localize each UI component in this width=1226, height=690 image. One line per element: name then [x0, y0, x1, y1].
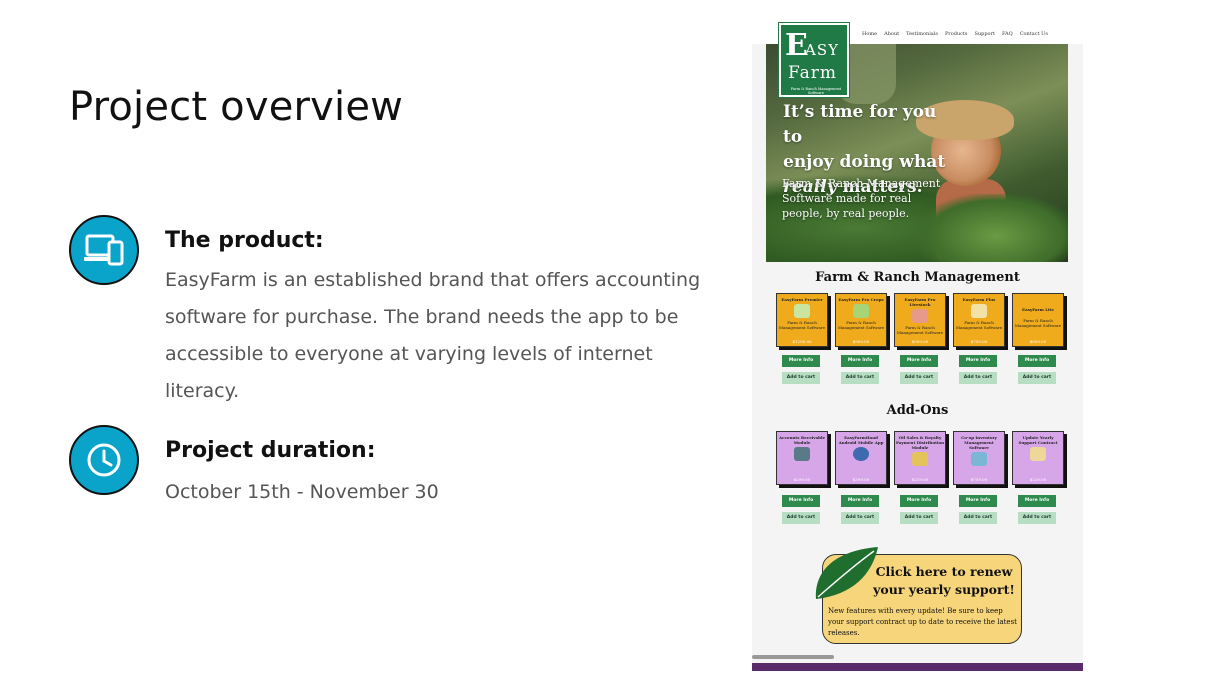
product-desc: Farm & Ranch Management Software — [837, 320, 885, 330]
product-card[interactable]: EasyFarm Pro Crops Farm & Ranch Manageme… — [835, 293, 887, 347]
addon-card[interactable]: Oil Sales & Royalty Payment Distribution… — [894, 431, 946, 485]
product-card[interactable]: EasyFarm Premier Farm & Ranch Management… — [776, 293, 828, 347]
more-info-button[interactable]: More Info — [1018, 355, 1056, 367]
gold-bars-icon — [912, 452, 928, 466]
duration-heading: Project duration: — [165, 438, 376, 463]
horizontal-scrollbar[interactable] — [752, 655, 834, 659]
more-info-button[interactable]: More Info — [1018, 495, 1056, 507]
devices-icon — [69, 215, 139, 285]
page-title: Project overview — [69, 84, 404, 130]
hero-line-2: enjoy doing what — [783, 152, 946, 172]
clipboard-icon — [971, 304, 987, 318]
nav-contact[interactable]: Contact Us — [1020, 31, 1048, 37]
nav-faq[interactable]: FAQ — [1002, 31, 1013, 37]
more-info-button[interactable]: More Info — [900, 495, 938, 507]
mock-nav-links: Home About Testimonials Products Support… — [862, 31, 1048, 37]
more-info-button[interactable]: More Info — [841, 355, 879, 367]
addon-card[interactable]: EasyFarmHand Android Mobile App $399.00 — [835, 431, 887, 485]
more-info-button[interactable]: More Info — [900, 355, 938, 367]
nav-products[interactable]: Products — [945, 31, 968, 37]
products-heading: Farm & Ranch Management — [815, 270, 1020, 285]
product-desc: Farm & Ranch Management Software — [1014, 318, 1062, 328]
addon-price: $759.00 — [970, 477, 988, 482]
product-description: EasyFarm is an established brand that of… — [165, 269, 701, 402]
more-info-button[interactable]: More Info — [782, 495, 820, 507]
hero-line-1: It’s time for you to — [783, 102, 937, 147]
product-desc: Farm & Ranch Management Software — [896, 325, 944, 335]
add-to-cart-button[interactable]: Add to cart — [1018, 512, 1056, 524]
add-to-cart-button[interactable]: Add to cart — [959, 512, 997, 524]
addon-name: Update Yearly Support Contract — [1018, 435, 1058, 445]
addon-card[interactable]: Co-op Inventory Management Software $759… — [953, 431, 1005, 485]
renew-text: New features with every update! Be sure … — [828, 607, 1017, 637]
more-info-button[interactable]: More Info — [782, 355, 820, 367]
calculator-icon — [794, 447, 810, 461]
contract-scroll-icon — [1030, 447, 1046, 461]
product-name: EasyFarm Lite — [1022, 307, 1054, 312]
cow-icon — [794, 304, 810, 318]
product-name: EasyFarm Plus — [962, 297, 996, 302]
nav-support[interactable]: Support — [975, 31, 995, 37]
add-to-cart-button[interactable]: Add to cart — [900, 372, 938, 384]
addon-price: $399.00 — [852, 477, 870, 482]
more-info-button[interactable]: More Info — [959, 355, 997, 367]
addon-card[interactable]: Update Yearly Support Contract $229.00 — [1012, 431, 1064, 485]
addon-name: EasyFarmHand Android Mobile App — [838, 435, 884, 445]
hero-subtext: Farm & Ranch Management Software made fo… — [782, 177, 941, 220]
duration-dates: October 15th - November 30 — [165, 481, 439, 503]
addon-price: $299.00 — [793, 477, 811, 482]
crops-icon — [853, 304, 869, 318]
easyfarm-logo[interactable]: E ASY Farm Farm & Ranch Management Softw… — [778, 22, 850, 98]
leaf-icon — [815, 547, 878, 599]
add-to-cart-button[interactable]: Add to cart — [782, 372, 820, 384]
addons-heading: Add-Ons — [886, 403, 949, 418]
website-mockup: Home About Testimonials Products Support… — [752, 18, 1083, 671]
add-to-cart-button[interactable]: Add to cart — [841, 372, 879, 384]
addon-name: Oil Sales & Royalty Payment Distribution… — [895, 435, 945, 450]
nav-about[interactable]: About — [884, 31, 899, 37]
add-to-cart-button[interactable]: Add to cart — [900, 512, 938, 524]
product-name: EasyFarm Pro Crops — [838, 297, 884, 302]
logo-asy: ASY — [805, 41, 840, 59]
product-name: EasyFarm Premier — [781, 297, 823, 302]
globe-icon — [853, 447, 869, 461]
product-card[interactable]: EasyFarm Lite Farm & Ranch Management So… — [1012, 293, 1064, 347]
product-price: $1200.00 — [792, 339, 812, 344]
product-price: $950.00 — [911, 339, 929, 344]
product-price: $750.00 — [970, 339, 988, 344]
product-desc: Farm & Ranch Management Software — [778, 320, 826, 330]
logo-tagline: Farm & Ranch Management Software — [790, 87, 842, 95]
addon-price: $229.00 — [1029, 477, 1047, 482]
addon-name: Co-op Inventory Management Software — [961, 435, 997, 450]
addon-card[interactable]: Accounts Receivable Module $299.00 — [776, 431, 828, 485]
product-price: $900.00 — [852, 339, 870, 344]
renew-title[interactable]: Click here to renew your yearly support! — [869, 563, 1019, 599]
add-to-cart-button[interactable]: Add to cart — [1018, 372, 1056, 384]
logo-farm: Farm — [788, 63, 838, 83]
nav-testimonials[interactable]: Testimonials — [906, 31, 938, 37]
product-price: $600.00 — [1029, 339, 1047, 344]
product-heading: The product: — [165, 228, 324, 253]
product-card[interactable]: EasyFarm Plus Farm & Ranch Management So… — [953, 293, 1005, 347]
clock-icon — [69, 425, 139, 495]
product-name: EasyFarm Pro Livestock — [904, 297, 936, 307]
add-to-cart-button[interactable]: Add to cart — [782, 512, 820, 524]
livestock-icon — [912, 309, 928, 323]
addon-price: $219.00 — [911, 477, 929, 482]
product-card[interactable]: EasyFarm Pro Livestock Farm & Ranch Mana… — [894, 293, 946, 347]
more-info-button[interactable]: More Info — [959, 495, 997, 507]
nav-home[interactable]: Home — [862, 31, 877, 37]
mock-footer — [752, 663, 1083, 671]
hand-box-icon — [971, 452, 987, 466]
add-to-cart-button[interactable]: Add to cart — [959, 372, 997, 384]
add-to-cart-button[interactable]: Add to cart — [841, 512, 879, 524]
product-desc: Farm & Ranch Management Software — [955, 320, 1003, 330]
more-info-button[interactable]: More Info — [841, 495, 879, 507]
addon-name: Accounts Receivable Module — [778, 435, 826, 445]
